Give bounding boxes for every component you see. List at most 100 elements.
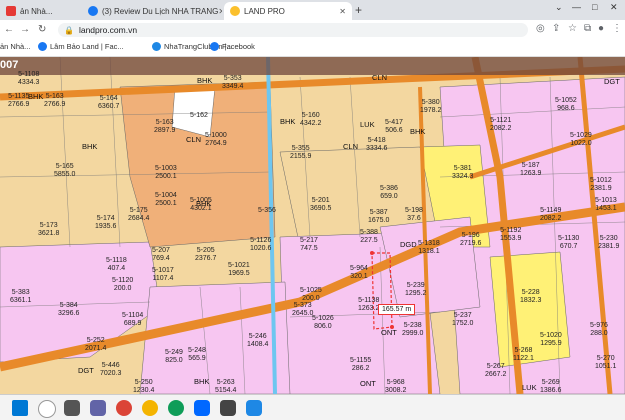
parcel-label[interactable]: 5-205 2376.7 <box>195 247 216 262</box>
parcel-label[interactable]: 5-1020 1295.9 <box>540 332 562 347</box>
close-tab-icon[interactable]: ✕ <box>339 7 346 16</box>
cadastral-map[interactable]: 007 BHK BHK CLN LUK BHK CLN CLN BHK BHK … <box>0 57 625 394</box>
parcel-label[interactable]: 5-163 2897.9 <box>154 119 175 134</box>
parcel-label[interactable]: 5-187 1263.9 <box>520 162 541 177</box>
google-lens-icon[interactable]: ◎ <box>536 23 545 34</box>
share-icon[interactable]: ⇪ <box>552 23 560 34</box>
parcel-label[interactable]: 5-446 7020.3 <box>100 362 121 377</box>
parcel-label[interactable]: 5-373 2645.0 <box>292 302 313 317</box>
parcel-label[interactable]: 5-268 1122.1 <box>513 347 534 362</box>
parcel-label[interactable]: 5-270 1051.1 <box>595 355 616 370</box>
parcel-label[interactable]: 5-1013 1453.1 <box>595 197 617 212</box>
parcel-label[interactable]: 5-263 5154.4 <box>215 379 236 394</box>
parcel-label[interactable]: 5-1021 1969.5 <box>228 262 250 277</box>
bookmark-star-icon[interactable]: ☆ <box>568 23 577 34</box>
parcel-label[interactable]: 5-1118 407.4 <box>106 257 127 272</box>
chrome-icon[interactable] <box>116 400 132 416</box>
chrome-profile-icon[interactable] <box>142 400 158 416</box>
parcel-label[interactable]: 5-387 1675.0 <box>368 209 389 224</box>
tab-3-active[interactable]: LAND PRO ✕ <box>224 2 352 20</box>
back-icon[interactable]: ← <box>4 24 14 35</box>
bookmark-item[interactable]: ản Nhà... <box>0 42 30 51</box>
minimize-button[interactable]: — <box>572 2 581 12</box>
parcel-label[interactable]: 5-1108 4334.3 <box>18 71 39 86</box>
parcel-label[interactable]: 5-230 2381.9 <box>598 235 619 250</box>
parcel-label[interactable]: 5-418 3334.6 <box>366 137 387 152</box>
parcel-label[interactable]: 5-165 5855.0 <box>54 163 75 178</box>
parcel-label[interactable]: 5-201 3690.5 <box>310 197 331 212</box>
parcel-label[interactable]: 5-238 2999.0 <box>402 322 423 337</box>
parcel-label[interactable]: 5-1138 1263.2 <box>358 297 379 312</box>
parcel-label[interactable]: 5-237 1752.0 <box>452 312 473 327</box>
parcel-label[interactable]: 5-1052 968.6 <box>555 97 577 112</box>
parcel-label[interactable]: 5-1318 1318.1 <box>418 240 440 255</box>
parcel-label[interactable]: 5-1012 2381.9 <box>590 177 612 192</box>
app-icon[interactable] <box>246 400 262 416</box>
parcel-label[interactable]: 5-976 288.0 <box>590 322 608 337</box>
parcel-label[interactable]: 5-1135 2766.9 <box>8 93 29 108</box>
parcel-label[interactable]: 5-1017 1107.4 <box>152 267 174 282</box>
parcel-label[interactable]: 5-964 320.1 <box>350 265 368 280</box>
parcel-label[interactable]: 5-384 3296.6 <box>58 302 79 317</box>
parcel-label[interactable]: 5-248 565.9 <box>188 347 206 362</box>
parcel-label[interactable]: 5-1000 2764.9 <box>205 132 227 147</box>
parcel-label[interactable]: 5-1126 1020.6 <box>250 237 271 252</box>
parcel-label[interactable]: 5-173 3621.8 <box>38 222 59 237</box>
profile-icon[interactable]: ● <box>598 23 604 34</box>
parcel-label[interactable]: 5-162 <box>190 112 208 120</box>
parcel-label[interactable]: 5-380 1978.2 <box>420 99 441 114</box>
parcel-label[interactable]: 5-1025 200.0 <box>300 287 322 302</box>
parcel-label[interactable]: 5-252 2071.4 <box>85 337 106 352</box>
parcel-label[interactable]: 5-217 747.5 <box>300 237 318 252</box>
parcel-label[interactable]: 5-1149 2082.2 <box>540 207 561 222</box>
parcel-label[interactable]: 5-1005 4302.1 <box>190 197 212 212</box>
parcel-label[interactable]: 5-164 6360.7 <box>98 95 119 110</box>
reload-icon[interactable]: ↻ <box>38 24 46 35</box>
parcel-label[interactable]: 5-160 4342.2 <box>300 112 321 127</box>
parcel-label[interactable]: 5-1121 2082.2 <box>490 117 511 132</box>
close-window-button[interactable]: ✕ <box>610 2 618 13</box>
parcel-label[interactable]: 5-207 769.4 <box>152 247 170 262</box>
parcel-label[interactable]: 5-239 1295.2 <box>405 282 426 297</box>
parcel-label[interactable]: 5-196 2719.6 <box>460 232 481 247</box>
parcel-label[interactable]: 5-1192 1553.9 <box>500 227 521 242</box>
tab-1[interactable]: ản Nhà... <box>0 2 80 20</box>
parcel-label[interactable]: 5-1003 2500.1 <box>155 165 177 180</box>
parcel-label[interactable]: 5-250 1230.4 <box>133 379 154 394</box>
parcel-label[interactable]: 5-175 2684.4 <box>128 207 149 222</box>
parcel-label[interactable]: 5-228 1832.3 <box>520 289 541 304</box>
parcel-label[interactable]: 5-383 6361.1 <box>10 289 31 304</box>
parcel-label[interactable]: 5-267 2667.2 <box>485 363 506 378</box>
maximize-button[interactable]: □ <box>592 2 597 12</box>
parcel-label[interactable]: 5-198 37.6 <box>405 207 423 222</box>
parcel-label[interactable]: 5-353 3349.4 <box>222 75 243 90</box>
task-view-icon[interactable] <box>64 400 80 416</box>
extensions-icon[interactable]: ⧉ <box>584 23 591 34</box>
search-icon[interactable] <box>38 400 56 418</box>
parcel-label[interactable]: 5-1026 806.0 <box>312 315 334 330</box>
app-icon[interactable] <box>220 400 236 416</box>
parcel-label[interactable]: 5-246 1408.4 <box>247 333 268 348</box>
parcel-label[interactable]: 5-1104 689.9 <box>122 312 143 327</box>
parcel-label[interactable]: 5-381 3324.3 <box>452 165 473 180</box>
bookmark-item[interactable]: Lâm Bảo Land | Fac... <box>38 42 124 51</box>
parcel-label[interactable]: 5-968 3008.2 <box>385 379 406 394</box>
parcel-label[interactable]: 5-1130 670.7 <box>558 235 579 250</box>
teams-icon[interactable] <box>90 400 106 416</box>
parcel-label[interactable]: 5-417 506.6 <box>385 119 403 134</box>
new-tab-button[interactable]: + <box>355 3 362 17</box>
chrome-profile-icon[interactable] <box>168 400 184 416</box>
parcel-label[interactable]: 5-386 659.0 <box>380 185 398 200</box>
windows-start-icon[interactable] <box>12 400 28 416</box>
parcel-label[interactable]: 5-1029 1022.0 <box>570 132 592 147</box>
parcel-label[interactable]: 5-1155 286.2 <box>350 357 371 372</box>
parcel-label[interactable]: 5-163 2766.9 <box>44 93 65 108</box>
parcel-label[interactable]: 5-356 <box>258 207 276 215</box>
parcel-label[interactable]: 5-1120 200.0 <box>112 277 133 292</box>
parcel-label[interactable]: 5-174 1935.6 <box>95 215 116 230</box>
parcel-label[interactable]: 5-269 1386.6 <box>540 379 561 394</box>
parcel-label[interactable]: 5-355 2155.9 <box>290 145 311 160</box>
parcel-label[interactable]: 5-249 825.0 <box>165 349 183 364</box>
zalo-icon[interactable] <box>194 400 210 416</box>
bookmark-item[interactable]: Facebook <box>210 42 255 51</box>
